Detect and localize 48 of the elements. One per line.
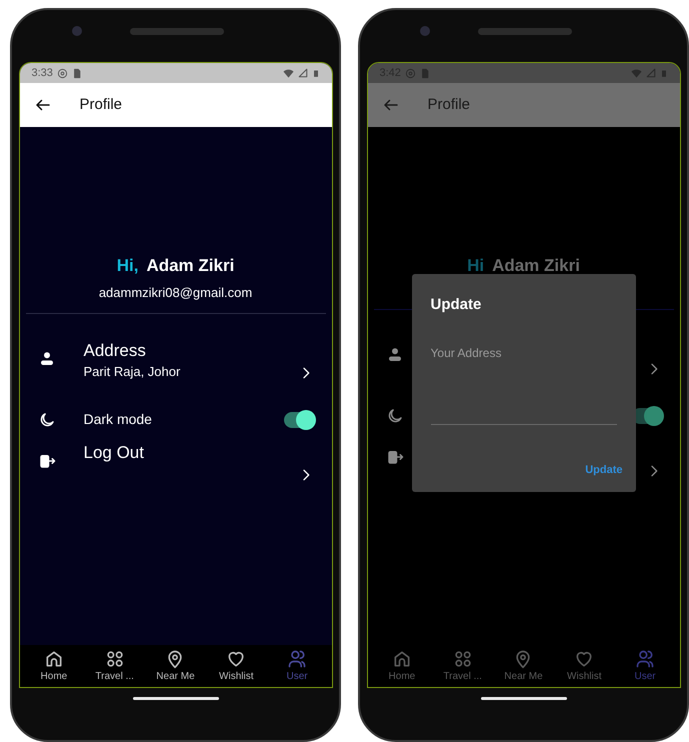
signal-icon	[646, 68, 656, 78]
signal-icon	[298, 68, 308, 78]
battery-icon	[312, 68, 320, 78]
wifi-icon	[282, 68, 294, 78]
nav-tab[interactable]: Home	[24, 648, 83, 684]
page-title: Profile	[80, 94, 122, 115]
menu-title: Log Out	[84, 442, 145, 464]
battery-icon	[660, 68, 668, 78]
camera-lens	[72, 26, 82, 36]
menu-item[interactable]: Address Parit Raja, Johor	[38, 340, 314, 398]
address-input[interactable]: Your Address	[430, 342, 616, 362]
home-icon	[44, 648, 64, 668]
sd-card-icon	[72, 68, 82, 78]
user-icon	[287, 648, 308, 668]
greeting-hi: Hi	[467, 255, 484, 277]
sd-card-icon	[420, 68, 430, 78]
page-title: Profile	[428, 94, 470, 115]
setting-label: Dark mode	[84, 411, 152, 427]
logout-icon	[38, 452, 56, 470]
camera-lens	[420, 26, 430, 36]
moon-icon	[38, 411, 56, 429]
address-input-field[interactable]: Your Address	[430, 340, 616, 424]
menu-subtitle: Parit Raja, Johor	[84, 363, 182, 381]
update-button[interactable]: Update	[585, 462, 622, 478]
nav-tab[interactable]: Wishlist	[555, 648, 614, 684]
user-name: Adam Zikri	[146, 255, 234, 277]
nav-tab[interactable]: Near Me	[146, 648, 204, 684]
menu-item[interactable]: Log Out	[38, 442, 314, 500]
greeting-hi: Hi,	[116, 255, 138, 277]
dialog-title: Update	[430, 295, 482, 315]
wifi-icon	[630, 68, 642, 78]
nav-tab[interactable]: Travel ...	[434, 648, 492, 684]
home-icon	[392, 648, 412, 668]
nav-tab[interactable]: Home	[372, 648, 431, 684]
nav-tab[interactable]: Near Me	[494, 648, 552, 684]
moon-icon	[386, 406, 404, 424]
nav-tab[interactable]: Travel ...	[86, 648, 144, 684]
user-icon	[635, 648, 656, 668]
user-name: Adam Zikri	[492, 255, 580, 277]
status-time: 3:33	[32, 66, 53, 81]
nav-tab[interactable]: User	[268, 648, 326, 684]
toggle-switch[interactable]	[284, 412, 314, 428]
grid-icon	[104, 648, 125, 668]
nav-tab[interactable]: Wishlist	[207, 648, 266, 684]
menu-title: Address	[84, 340, 147, 362]
nav-tab[interactable]: User	[616, 648, 674, 684]
grid-icon	[452, 648, 473, 668]
user-email: adammzikri08@gmail.com	[98, 284, 254, 302]
